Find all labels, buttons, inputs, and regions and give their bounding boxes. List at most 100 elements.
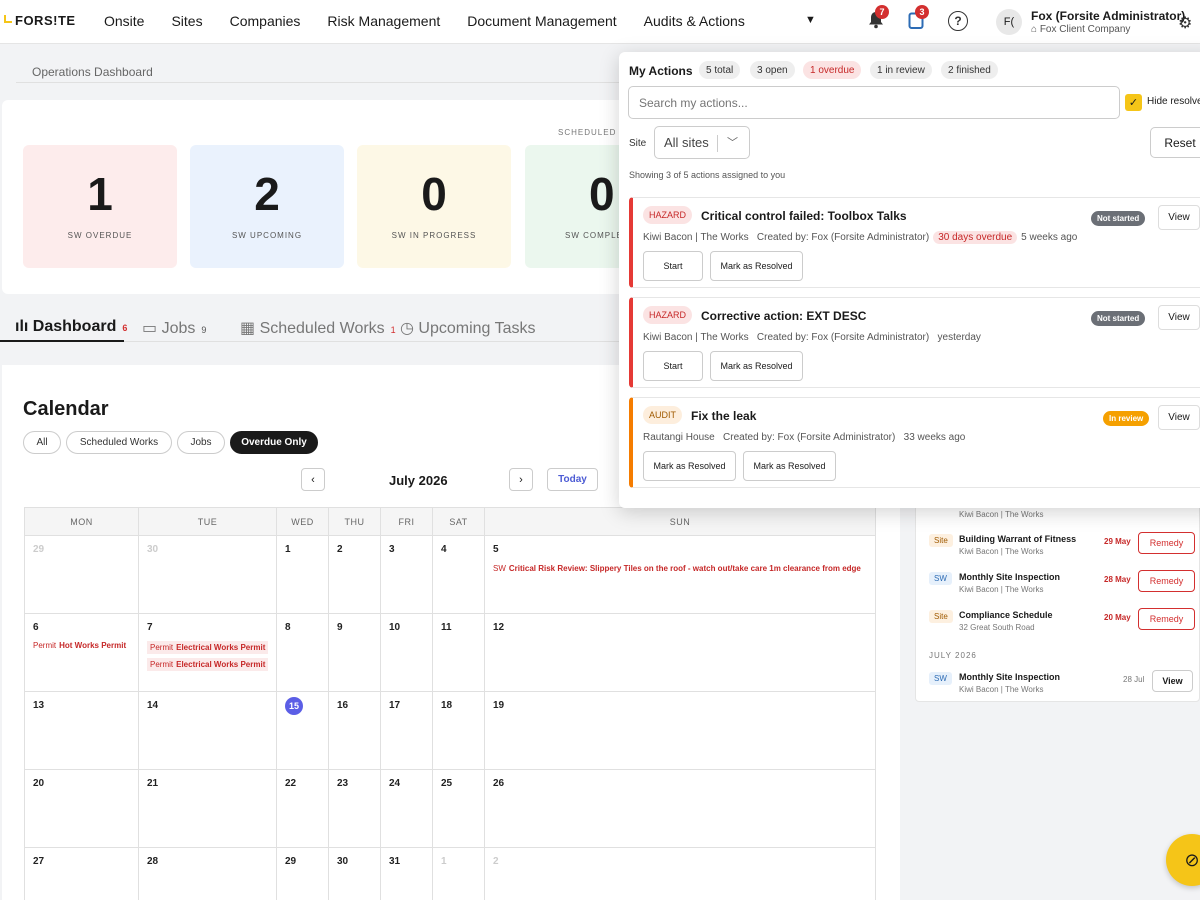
chip-total[interactable]: 5 total	[699, 61, 741, 79]
prev-month-button[interactable]: ‹	[301, 468, 325, 491]
calendar-day[interactable]: 31	[380, 847, 433, 900]
calendar-day[interactable]: 18	[432, 691, 485, 770]
nav-dropdown-caret-icon[interactable]: ▼	[805, 14, 816, 26]
calendar-day[interactable]: 1	[432, 847, 485, 900]
action-meta-text: Kiwi Bacon | The Works Created by: Fox (…	[643, 332, 981, 343]
calendar-week-row: 29 30 1 2 3 4 5 SW Critical Risk Review: …	[24, 535, 876, 614]
calendar-day[interactable]: 20	[24, 769, 139, 848]
calendar-day[interactable]: 2	[328, 535, 381, 614]
chip-in-review[interactable]: 1 in review	[870, 61, 932, 79]
remedy-button[interactable]: Remedy	[1138, 608, 1195, 630]
remedy-button[interactable]: Remedy	[1138, 532, 1195, 554]
mark-resolved-button[interactable]: Mark as Resolved	[743, 451, 836, 481]
nav-companies[interactable]: Companies	[230, 13, 301, 29]
calendar-day[interactable]: 25	[432, 769, 485, 848]
calendar-day[interactable]: 6 Permit Hot Works Permit	[24, 613, 139, 692]
stat-sw-complete[interactable]: 0 SW COMPLE	[525, 145, 625, 268]
stat-sw-in-progress[interactable]: 0 SW IN PROGRESS	[357, 145, 511, 268]
compass-fab-button[interactable]: ⊘	[1166, 834, 1200, 886]
avatar[interactable]: F(	[996, 9, 1022, 35]
tab-dashboard[interactable]: ılı Dashboard 6	[15, 318, 127, 336]
calendar-day[interactable]: 11	[432, 613, 485, 692]
mark-resolved-button[interactable]: Mark as Resolved	[643, 451, 736, 481]
calendar-event[interactable]: Permit Hot Works Permit	[33, 641, 130, 650]
calendar-day[interactable]: 30	[138, 535, 277, 614]
calendar-day[interactable]: 29	[24, 535, 139, 614]
calendar-day[interactable]: 12	[484, 613, 876, 692]
stat-sw-overdue[interactable]: 1 SW OVERDUE	[23, 145, 177, 268]
calendar-day[interactable]: 9	[328, 613, 381, 692]
filter-jobs[interactable]: Jobs	[177, 431, 225, 454]
nav-document-management[interactable]: Document Management	[467, 13, 616, 29]
filter-scheduled-works[interactable]: Scheduled Works	[66, 431, 172, 454]
calendar-event[interactable]: Permit Electrical Works Permit	[147, 658, 269, 671]
mark-resolved-button[interactable]: Mark as Resolved	[710, 251, 803, 281]
mark-resolved-button[interactable]: Mark as Resolved	[710, 351, 803, 381]
calendar-day[interactable]: 26	[484, 769, 876, 848]
day-number: 6	[33, 622, 39, 633]
clipboard-icon[interactable]: 3	[908, 5, 929, 29]
user-name[interactable]: Fox (Forsite Administrator)	[1031, 9, 1185, 23]
chip-open[interactable]: 3 open	[750, 61, 795, 79]
calendar-day[interactable]: 16	[328, 691, 381, 770]
popover-title: My Actions	[629, 64, 693, 78]
next-month-button[interactable]: ›	[509, 468, 533, 491]
tab-jobs[interactable]: ▭ Jobs 9	[142, 318, 206, 338]
forsite-logo[interactable]: FORS!TE	[4, 13, 76, 28]
action-card[interactable]: HAZARD Critical control failed: Toolbox …	[629, 197, 1200, 288]
reset-button[interactable]: Reset	[1150, 127, 1200, 158]
calendar-day[interactable]: 13	[24, 691, 139, 770]
tab-upcoming-tasks[interactable]: ◷ Upcoming Tasks	[400, 318, 536, 338]
calendar-day[interactable]: 10	[380, 613, 433, 692]
view-button[interactable]: View	[1158, 305, 1200, 330]
search-actions-input[interactable]	[628, 86, 1120, 119]
remedy-button[interactable]: Remedy	[1138, 570, 1195, 592]
stat-sw-upcoming[interactable]: 2 SW UPCOMING	[190, 145, 344, 268]
calendar-day[interactable]: 22	[276, 769, 329, 848]
chip-finished[interactable]: 2 finished	[941, 61, 998, 79]
filter-all[interactable]: All	[23, 431, 61, 454]
calendar-event[interactable]: Permit Electrical Works Permit	[147, 641, 269, 654]
nav-onsite[interactable]: Onsite	[104, 13, 144, 29]
action-meta-text: Rautangi House Created by: Fox (Forsite …	[643, 432, 966, 443]
notifications-bell-icon[interactable]: 7	[868, 5, 889, 29]
filter-overdue-only[interactable]: Overdue Only	[230, 431, 318, 454]
calendar-day[interactable]: 4	[432, 535, 485, 614]
start-button[interactable]: Start	[643, 351, 703, 381]
calendar-day[interactable]: 28	[138, 847, 277, 900]
calendar-day[interactable]: 8	[276, 613, 329, 692]
calendar-day[interactable]: 3	[380, 535, 433, 614]
view-button[interactable]: View	[1152, 670, 1193, 692]
nav-audits-actions[interactable]: Audits & Actions	[644, 13, 745, 29]
tab-scheduled-works[interactable]: ▦ Scheduled Works 1	[240, 318, 396, 338]
action-card[interactable]: AUDIT Fix the leak Rautangi House Create…	[629, 397, 1200, 488]
view-button[interactable]: View	[1158, 205, 1200, 230]
calendar-day-today[interactable]: 15	[276, 691, 329, 770]
calendar-day[interactable]: 5 SW Critical Risk Review: Slippery Tiles…	[484, 535, 876, 614]
calendar-day[interactable]: 14	[138, 691, 277, 770]
calendar-day[interactable]: 17	[380, 691, 433, 770]
help-icon[interactable]: ?	[948, 11, 968, 31]
nav-risk-management[interactable]: Risk Management	[327, 13, 440, 29]
calendar-day[interactable]: 7 Permit Electrical Works Permit Permit El…	[138, 613, 277, 692]
start-button[interactable]: Start	[643, 251, 703, 281]
nav-sites[interactable]: Sites	[171, 13, 202, 29]
site-select[interactable]: All sites ﹀	[654, 126, 750, 159]
today-button[interactable]: Today	[547, 468, 598, 491]
calendar-day[interactable]: 23	[328, 769, 381, 848]
calendar-day[interactable]: 21	[138, 769, 277, 848]
calendar-event[interactable]: SW Critical Risk Review: Slippery Tiles o…	[493, 564, 867, 573]
day-number: 27	[33, 856, 45, 867]
gear-icon[interactable]: ⚙	[1178, 13, 1192, 33]
calendar-day[interactable]: 1	[276, 535, 329, 614]
calendar-day[interactable]: 2	[484, 847, 876, 900]
calendar-day[interactable]: 30	[328, 847, 381, 900]
calendar-day[interactable]: 24	[380, 769, 433, 848]
chip-overdue[interactable]: 1 overdue	[803, 61, 862, 79]
action-card[interactable]: HAZARD Corrective action: EXT DESC Kiwi …	[629, 297, 1200, 388]
view-button[interactable]: View	[1158, 405, 1200, 430]
calendar-day[interactable]: 27	[24, 847, 139, 900]
calendar-day[interactable]: 19	[484, 691, 876, 770]
calendar-day[interactable]: 29	[276, 847, 329, 900]
hide-resolved-checkbox[interactable]: ✓	[1125, 94, 1142, 111]
